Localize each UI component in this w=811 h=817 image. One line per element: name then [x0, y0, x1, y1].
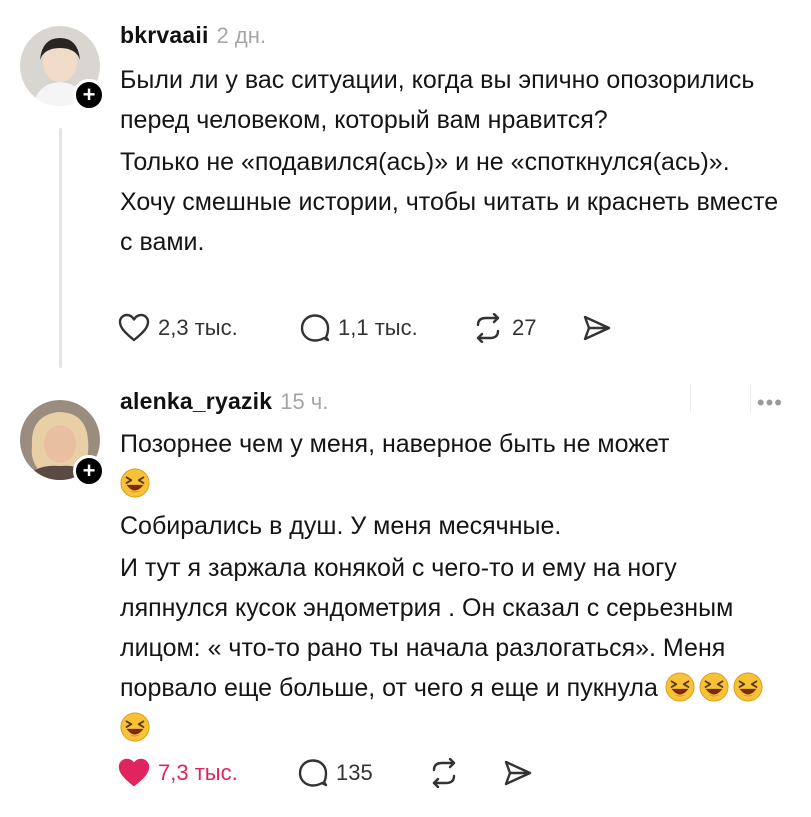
more-dots-icon[interactable]: ••• — [757, 390, 783, 416]
like-button[interactable]: 7,3 тыс. — [118, 758, 298, 788]
reply-button[interactable]: 135 — [298, 758, 428, 788]
divider — [690, 384, 691, 412]
repost-count: 27 — [512, 315, 537, 340]
post-paragraph: И тут я заржала конякой с чего-то и ему … — [120, 554, 734, 702]
divider — [750, 384, 751, 412]
post-paragraph: Были ли у вас ситуации, когда вы эпично … — [120, 66, 755, 134]
laughing-squint-emoji — [699, 672, 729, 702]
thread-post-1: + bkrvaaii 2 дн. Были ли у вас ситуации,… — [0, 0, 811, 380]
post-paragraph: Только не «подавился(ась)» и не «споткну… — [120, 148, 779, 256]
post-paragraph-with-emoji: Позорнее чем у меня, наверное быть не мо… — [120, 424, 781, 504]
reply-count: 135 — [336, 760, 373, 785]
repost-button[interactable]: 27 — [472, 313, 582, 343]
username[interactable]: bkrvaaii — [120, 22, 209, 49]
share-button[interactable] — [503, 759, 533, 787]
heart-icon — [118, 313, 150, 342]
post-body: Были ли у вас ситуации, когда вы эпично … — [120, 60, 781, 264]
follow-plus-button[interactable]: + — [73, 79, 105, 111]
laughing-squint-emoji — [120, 468, 150, 498]
thread-connector-line — [59, 128, 62, 368]
repost-arrows-icon — [432, 758, 456, 788]
post-paragraph: Собирались в душ. У меня месячные. — [120, 512, 562, 540]
laughing-squint-emoji — [665, 672, 695, 702]
post-actions: 7,3 тыс. 135 — [118, 758, 533, 788]
send-arrow-icon — [583, 315, 611, 341]
reply-count: 1,1 тыс. — [338, 315, 418, 340]
follow-plus-button[interactable]: + — [73, 455, 105, 487]
like-button[interactable]: 2,3 тыс. — [118, 313, 300, 343]
heart-icon — [118, 758, 150, 787]
post-paragraph-with-emoji: И тут я заржала конякой с чего-то и ему … — [120, 548, 781, 748]
thread-post-2: + ••• alenka_ryazik 15 ч. Позорнее чем у… — [0, 380, 811, 817]
speech-bubble-icon — [300, 314, 330, 342]
repost-button[interactable] — [428, 758, 503, 788]
send-arrow-icon — [504, 760, 532, 786]
like-count: 2,3 тыс. — [158, 315, 238, 340]
post-header: bkrvaaii 2 дн. — [120, 22, 266, 49]
username[interactable]: alenka_ryazik — [120, 388, 272, 415]
like-count: 7,3 тыс. — [158, 760, 238, 785]
post-paragraph: Позорнее чем у меня, наверное быть не мо… — [120, 430, 670, 458]
laughing-squint-emoji — [733, 672, 763, 702]
repost-arrows-icon — [476, 313, 500, 343]
post-time: 15 ч. — [280, 389, 329, 414]
laughing-squint-emoji — [120, 712, 150, 742]
post-time: 2 дн. — [216, 23, 266, 48]
post-actions: 2,3 тыс. 1,1 тыс. 27 — [118, 313, 612, 343]
speech-bubble-icon — [298, 759, 328, 787]
reply-button[interactable]: 1,1 тыс. — [300, 313, 472, 343]
post-body: Позорнее чем у меня, наверное быть не мо… — [120, 424, 781, 750]
share-button[interactable] — [582, 314, 612, 342]
post-header: alenka_ryazik 15 ч. — [120, 388, 328, 415]
